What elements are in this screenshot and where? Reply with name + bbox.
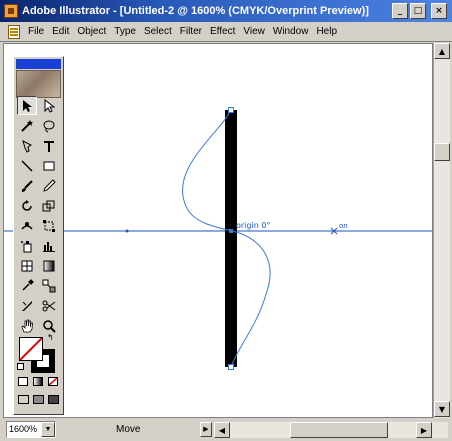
scale-tool-icon[interactable] — [39, 196, 59, 215]
zoom-level-field[interactable]: 1600% ▼ — [6, 421, 56, 438]
paintbrush-tool-icon[interactable] — [17, 176, 37, 195]
full-screen-menu-mode-button[interactable] — [33, 395, 44, 404]
full-screen-mode-button[interactable] — [48, 395, 59, 404]
zoom-dropdown-arrow-icon[interactable]: ▼ — [41, 422, 55, 437]
pen-tool-icon[interactable] — [17, 136, 37, 155]
free-transform-tool-icon[interactable] — [39, 216, 59, 235]
horizontal-scrollbar[interactable]: ◀ ▶ — [214, 422, 448, 438]
status-bar: 1600% ▼ Move ▶ ◀ ▶ — [0, 419, 452, 441]
scroll-right-button[interactable]: ▶ — [416, 422, 432, 438]
window-title: Adobe Illustrator - [Untitled-2 @ 1600% … — [22, 5, 369, 17]
rotate-tool-icon[interactable] — [17, 196, 37, 215]
on-smart-guide-label: on — [339, 222, 348, 230]
toolbox-panel: ↰ — [13, 56, 64, 415]
symbol-sprayer-tool-icon[interactable] — [17, 236, 37, 255]
scroll-left-button[interactable]: ◀ — [214, 422, 230, 438]
column-graph-tool-icon[interactable] — [39, 236, 59, 255]
status-tool-display: Move — [116, 424, 141, 435]
vertical-scroll-thumb[interactable] — [434, 143, 450, 161]
eyedropper-tool-icon[interactable] — [17, 276, 37, 295]
artboard-canvas[interactable]: origin 0° on — [3, 43, 433, 418]
slice-tool-icon[interactable] — [17, 296, 37, 315]
document-icon[interactable] — [8, 24, 20, 39]
origin-smart-guide-label: origin 0° — [236, 221, 270, 230]
status-menu-arrow-icon[interactable]: ▶ — [200, 422, 212, 437]
top-anchor-point[interactable] — [228, 107, 234, 113]
zoom-level-value: 1600% — [9, 424, 38, 434]
warp-tool-icon[interactable] — [17, 216, 37, 235]
center-anchor-point[interactable] — [229, 229, 233, 233]
pencil-tool-icon[interactable] — [39, 176, 59, 195]
scroll-down-button[interactable]: ▼ — [434, 401, 450, 417]
scroll-up-button[interactable]: ▲ — [434, 43, 450, 59]
maximize-button[interactable]: □ — [410, 3, 426, 19]
title-bar: Adobe Illustrator - [Untitled-2 @ 1600% … — [0, 0, 452, 22]
fill-stroke-swatches[interactable]: ↰ — [17, 333, 59, 373]
menu-file[interactable]: File — [24, 26, 48, 37]
default-colors-icon[interactable] — [17, 363, 24, 370]
selection-tool-icon[interactable] — [17, 96, 37, 115]
artwork-svg: origin 0° on — [4, 107, 432, 370]
blend-tool-icon[interactable] — [39, 276, 59, 295]
menu-view[interactable]: View — [239, 26, 269, 37]
lasso-tool-icon[interactable] — [39, 116, 59, 135]
menu-select[interactable]: Select — [140, 26, 176, 37]
illustrator-app-icon[interactable] — [4, 4, 18, 18]
close-button[interactable]: × — [431, 3, 447, 19]
black-rectangle[interactable] — [225, 110, 237, 367]
toolbox-logo-image[interactable] — [16, 70, 61, 98]
vertical-scrollbar[interactable]: ▲ ▼ — [433, 43, 450, 418]
menu-bar: File Edit Object Type Select Filter Effe… — [0, 22, 452, 58]
type-tool-icon[interactable] — [39, 136, 59, 155]
menu-effect[interactable]: Effect — [206, 26, 239, 37]
menu-filter[interactable]: Filter — [176, 26, 206, 37]
line-segment-tool-icon[interactable] — [17, 156, 37, 175]
menu-window[interactable]: Window — [269, 26, 313, 37]
toolbox-title-bar[interactable] — [16, 59, 61, 69]
menu-type[interactable]: Type — [110, 26, 140, 37]
color-mode-button[interactable] — [18, 377, 28, 386]
menu-help[interactable]: Help — [312, 26, 341, 37]
gradient-mode-button[interactable] — [33, 377, 43, 386]
gradient-tool-icon[interactable] — [39, 256, 59, 275]
direct-selection-tool-icon[interactable] — [39, 96, 59, 115]
hand-tool-icon[interactable] — [17, 316, 37, 335]
swap-fill-stroke-icon[interactable]: ↰ — [47, 333, 54, 342]
minimize-button[interactable]: _ — [392, 3, 408, 19]
guide-anchor-point — [125, 229, 129, 233]
rectangle-tool-icon[interactable] — [39, 156, 59, 175]
bottom-anchor-point[interactable] — [228, 364, 234, 370]
horizontal-scroll-thumb[interactable] — [290, 422, 388, 438]
none-mode-button[interactable] — [48, 377, 58, 386]
magic-wand-tool-icon[interactable] — [17, 116, 37, 135]
scissors-tool-icon[interactable] — [39, 296, 59, 315]
mesh-tool-icon[interactable] — [17, 256, 37, 275]
menu-edit[interactable]: Edit — [48, 26, 73, 37]
standard-screen-mode-button[interactable] — [18, 395, 29, 404]
menu-object[interactable]: Object — [73, 26, 110, 37]
fill-swatch[interactable] — [19, 337, 43, 361]
